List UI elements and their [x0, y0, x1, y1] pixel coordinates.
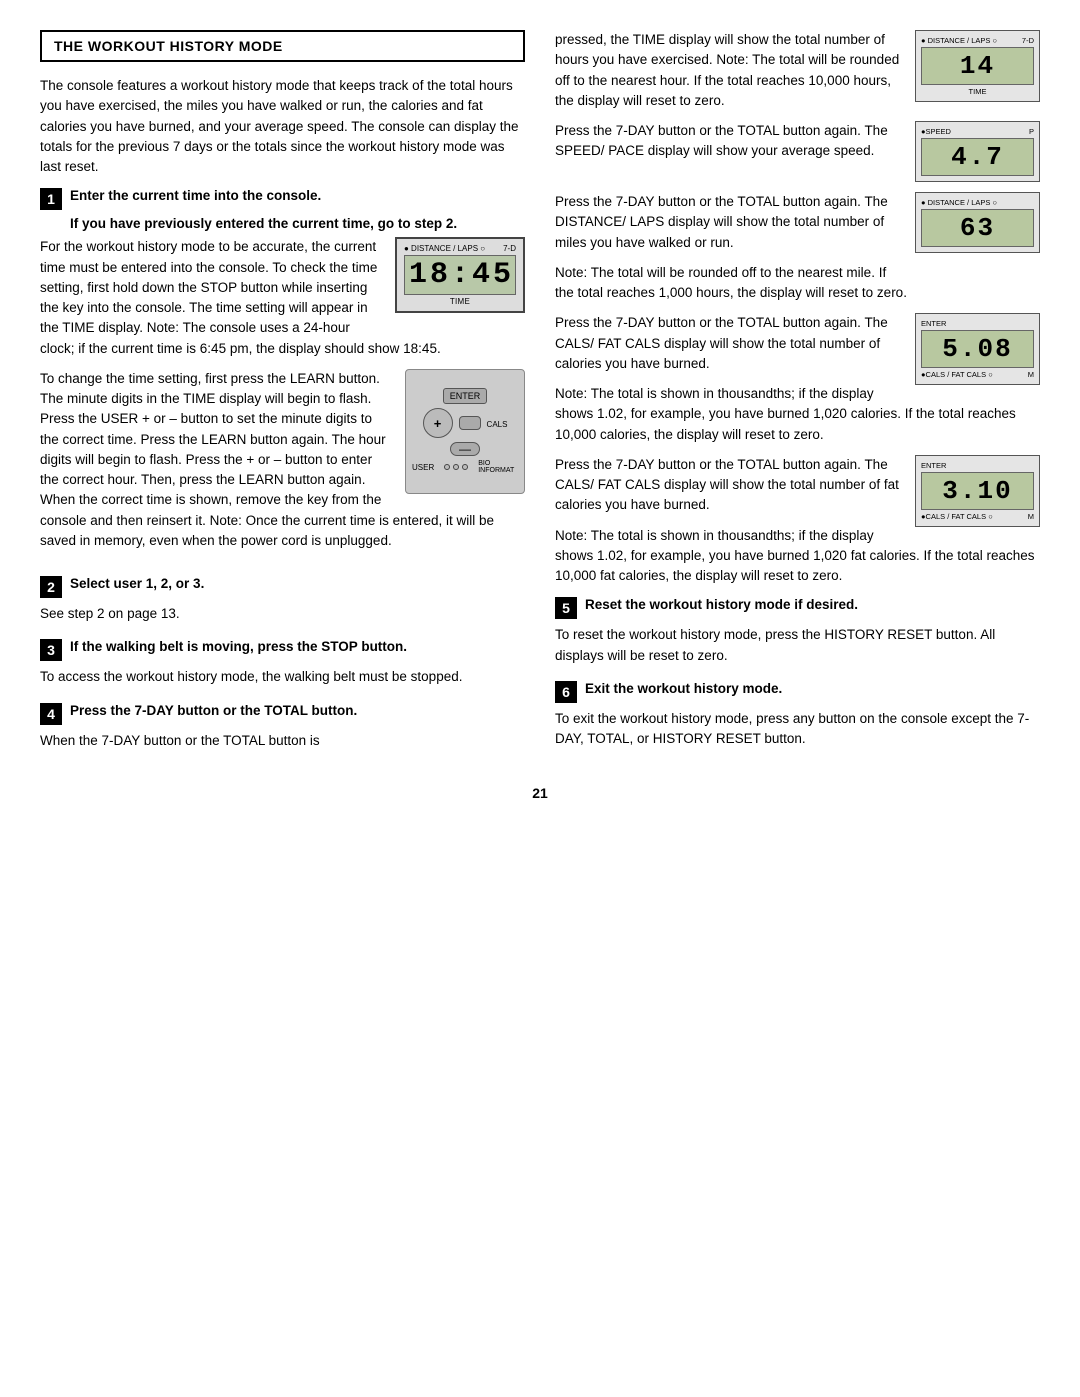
fatcals-panel-enter: ENTER — [921, 461, 946, 470]
left-column: THE WORKOUT HISTORY MODE The console fea… — [40, 30, 525, 765]
step-2-header: 2 Select user 1, 2, or 3. — [40, 575, 525, 598]
time-display-panel-1845: ● DISTANCE / LAPS ○ 7-D 18:45 TIME — [395, 237, 525, 313]
fatcals-panel-bottom-left: ●CALS / FAT CALS ○ — [921, 512, 993, 521]
right-cals-section: ENTER 5.08 ●CALS / FAT CALS ○ M Press th… — [555, 313, 1040, 455]
cals-panel-screen: 5.08 — [921, 330, 1034, 368]
step-1-body-section: ● DISTANCE / LAPS ○ 7-D 18:45 TIME For t… — [40, 237, 525, 369]
step-2-number: 2 — [40, 576, 62, 598]
step-5-header: 5 Reset the workout history mode if desi… — [555, 596, 1040, 619]
user-dots — [444, 464, 468, 470]
cals-display-panel: ENTER 5.08 ●CALS / FAT CALS ○ M — [915, 313, 1040, 385]
step-2-body: See step 2 on page 13. — [40, 604, 525, 624]
right-fatcals-section: ENTER 3.10 ●CALS / FAT CALS ○ M Press th… — [555, 455, 1040, 597]
fatcals-panel-m: M — [1028, 512, 1034, 521]
step-3-title: If the walking belt is moving, press the… — [70, 638, 407, 657]
step-5-number: 5 — [555, 597, 577, 619]
user-label-illustration: USER — [412, 463, 434, 472]
distance-display-panel: ● DISTANCE / LAPS ○ 63 — [915, 192, 1040, 253]
cals-panel-enter: ENTER — [921, 319, 946, 328]
cals-panel-top: ENTER — [921, 319, 1034, 328]
section-header-box: THE WORKOUT HISTORY MODE — [40, 30, 525, 62]
step-2-block: 2 Select user 1, 2, or 3. See step 2 on … — [40, 575, 525, 624]
panel-7d-label: 7-D — [503, 244, 516, 253]
step-1-subtitle: If you have previously entered the curre… — [70, 216, 525, 231]
fatcals-panel-bottom: ●CALS / FAT CALS ○ M — [921, 512, 1034, 521]
step-4-title: Press the 7-DAY button or the TOTAL butt… — [70, 702, 357, 721]
right-speed-section: ●SPEED P 4.7 Press the 7-DAY button or t… — [555, 121, 1040, 192]
step-1-header: 1 Enter the current time into the consol… — [40, 187, 525, 210]
step-6-block: 6 Exit the workout history mode. To exit… — [555, 680, 1040, 750]
step-4-block: 4 Press the 7-DAY button or the TOTAL bu… — [40, 702, 525, 751]
intro-paragraph: The console features a workout history m… — [40, 76, 525, 177]
page-container: THE WORKOUT HISTORY MODE The console fea… — [40, 30, 1040, 765]
dot-3 — [462, 464, 468, 470]
step-6-number: 6 — [555, 681, 577, 703]
step-3-block: 3 If the walking belt is moving, press t… — [40, 638, 525, 687]
speed-display-panel: ●SPEED P 4.7 — [915, 121, 1040, 182]
fatcals-panel-screen: 3.10 — [921, 472, 1034, 510]
cals-panel-bottom: ●CALS / FAT CALS ○ M — [921, 370, 1034, 379]
step-5-block: 5 Reset the workout history mode if desi… — [555, 596, 1040, 666]
ctrl-plus-minus-row: + CALS — [423, 408, 508, 438]
panel-time-label: TIME — [404, 297, 516, 306]
fatcals-display-panel: ENTER 3.10 ●CALS / FAT CALS ○ M — [915, 455, 1040, 527]
distance-panel-label: ● DISTANCE / LAPS ○ — [921, 198, 997, 207]
press-fatcals-note: Note: The total is shown in thousandths;… — [555, 526, 1040, 587]
plus-button-illustration: + — [423, 408, 453, 438]
step-1-block: 1 Enter the current time into the consol… — [40, 187, 525, 561]
time-panel-distance-label: ● DISTANCE / LAPS ○ — [921, 36, 997, 45]
step-4-body: When the 7-DAY button or the TOTAL butto… — [40, 731, 525, 751]
step-1-number: 1 — [40, 188, 62, 210]
minus-button-illustration: — — [450, 442, 480, 456]
speed-panel-screen: 4.7 — [921, 138, 1034, 176]
ctrl-user-row: USER BIO INFORMAT — [412, 460, 518, 474]
time-panel-time-label: TIME — [921, 87, 1034, 96]
step-4-number: 4 — [40, 703, 62, 725]
time-display-panel-14: ● DISTANCE / LAPS ○ 7-D 14 TIME — [915, 30, 1040, 102]
display-18-45-figure: ● DISTANCE / LAPS ○ 7-D 18:45 TIME — [395, 237, 525, 313]
right-column: ● DISTANCE / LAPS ○ 7-D 14 TIME pressed,… — [555, 30, 1040, 765]
step-3-header: 3 If the walking belt is moving, press t… — [40, 638, 525, 661]
step-6-title: Exit the workout history mode. — [585, 680, 782, 699]
cals-panel-bottom-left: ●CALS / FAT CALS ○ — [921, 370, 993, 379]
fatcals-panel-top: ENTER — [921, 461, 1034, 470]
time-panel-screen-14: 14 — [921, 47, 1034, 85]
press-cals-note: Note: The total is shown in thousandths;… — [555, 384, 1040, 445]
press-distance-note: Note: The total will be rounded off to t… — [555, 263, 1040, 304]
step-6-body: To exit the workout history mode, press … — [555, 709, 1040, 750]
control-panel-illustration: ENTER + CALS — USER — [405, 369, 525, 494]
dot-1 — [444, 464, 450, 470]
panel-screen-1845: 18:45 — [404, 255, 516, 295]
step-1-body2-section: ENTER + CALS — USER — [40, 369, 525, 561]
panel-top-1845: ● DISTANCE / LAPS ○ 7-D — [404, 244, 516, 253]
step-6-header: 6 Exit the workout history mode. — [555, 680, 1040, 703]
control-panel-figure: ENTER + CALS — USER — [405, 369, 525, 494]
step-3-body: To access the workout history mode, the … — [40, 667, 525, 687]
time-panel-7d: 7-D — [1022, 36, 1034, 45]
speed-panel-label: ●SPEED — [921, 127, 951, 136]
step-4-header: 4 Press the 7-DAY button or the TOTAL bu… — [40, 702, 525, 725]
distance-panel-screen: 63 — [921, 209, 1034, 247]
step-2-title: Select user 1, 2, or 3. — [70, 575, 204, 594]
step-5-body: To reset the workout history mode, press… — [555, 625, 1040, 666]
right-distance-section: ● DISTANCE / LAPS ○ 63 Press the 7-DAY b… — [555, 192, 1040, 313]
time-panel-top: ● DISTANCE / LAPS ○ 7-D — [921, 36, 1034, 45]
step-1-title: Enter the current time into the console. — [70, 187, 321, 206]
speed-panel-top: ●SPEED P — [921, 127, 1034, 136]
dot-2 — [453, 464, 459, 470]
distance-panel-top: ● DISTANCE / LAPS ○ — [921, 198, 1034, 207]
section-title: THE WORKOUT HISTORY MODE — [54, 38, 283, 54]
cals-label-illustration: CALS — [487, 420, 508, 429]
ctrl-minus-row: — — [450, 442, 480, 456]
page-number: 21 — [40, 785, 1040, 801]
side-button-illustration — [459, 416, 481, 430]
speed-panel-p: P — [1029, 127, 1034, 136]
bio-informat-label: BIO INFORMAT — [478, 460, 518, 474]
panel-distance-laps-label: ● DISTANCE / LAPS ○ — [404, 244, 485, 253]
right-time-section: ● DISTANCE / LAPS ○ 7-D 14 TIME pressed,… — [555, 30, 1040, 121]
step-5-title: Reset the workout history mode if desire… — [585, 596, 858, 615]
enter-button-illustration: ENTER — [443, 388, 488, 404]
cals-panel-m: M — [1028, 370, 1034, 379]
step-3-number: 3 — [40, 639, 62, 661]
